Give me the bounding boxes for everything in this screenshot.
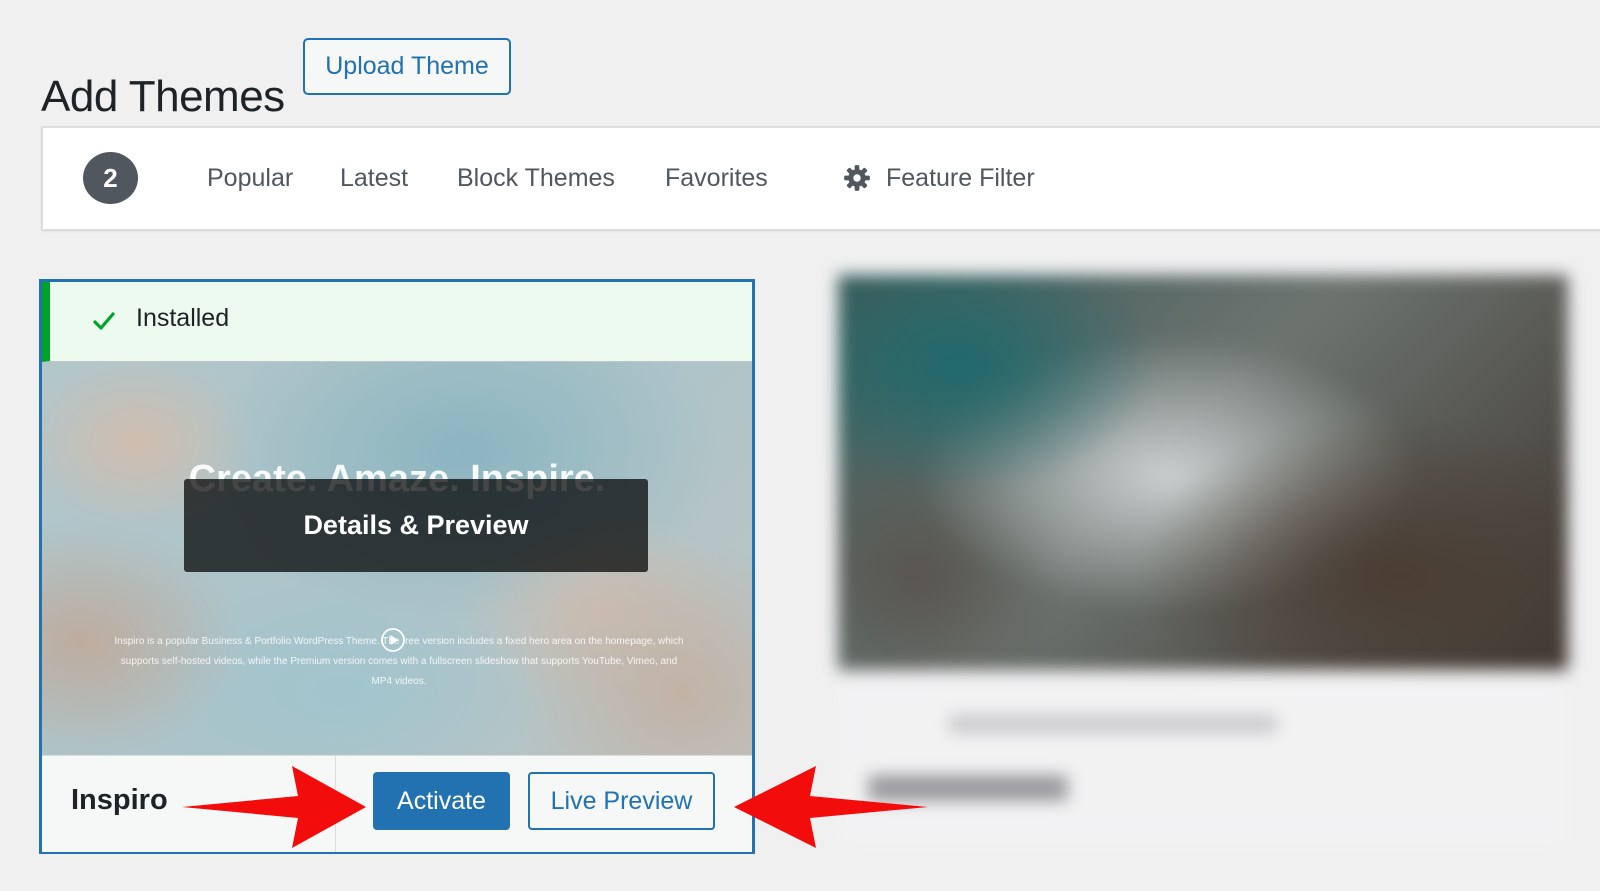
installed-notice: Installed	[42, 282, 752, 362]
theme-name: Inspiro	[71, 784, 168, 816]
tab-popular[interactable]: Popular	[207, 156, 293, 200]
activate-button[interactable]: Activate	[373, 772, 510, 830]
theme-card-blurred[interactable]	[838, 275, 1568, 855]
play-icon	[381, 628, 405, 652]
tab-favorites[interactable]: Favorites	[665, 156, 768, 200]
gear-icon	[844, 165, 870, 191]
installed-label: Installed	[136, 304, 230, 332]
theme-filter-bar: 2 Popular Latest Block Themes Favorites …	[41, 126, 1600, 231]
feature-filter-button[interactable]: Feature Filter	[886, 156, 1035, 200]
arrow-right-icon	[182, 766, 366, 848]
tab-block-themes[interactable]: Block Themes	[457, 156, 615, 200]
tab-latest[interactable]: Latest	[340, 156, 408, 200]
blurred-theme-footer	[838, 685, 1568, 845]
theme-screenshot[interactable]: Create. Amaze. Inspire. Inspiro is a pop…	[42, 362, 752, 755]
arrow-left-icon	[734, 766, 928, 848]
page-title: Add Themes	[41, 72, 285, 122]
live-preview-button[interactable]: Live Preview	[528, 772, 715, 830]
theme-card-inspiro[interactable]: Installed Create. Amaze. Inspire. Inspir…	[39, 279, 755, 854]
upload-theme-button[interactable]: Upload Theme	[303, 38, 511, 95]
blurred-theme-screenshot	[838, 275, 1568, 670]
theme-card-footer: Inspiro Activate Live Preview	[42, 755, 752, 852]
checkmark-icon	[93, 312, 115, 330]
theme-count-badge: 2	[83, 152, 138, 204]
details-preview-button[interactable]: Details & Preview	[184, 479, 648, 572]
